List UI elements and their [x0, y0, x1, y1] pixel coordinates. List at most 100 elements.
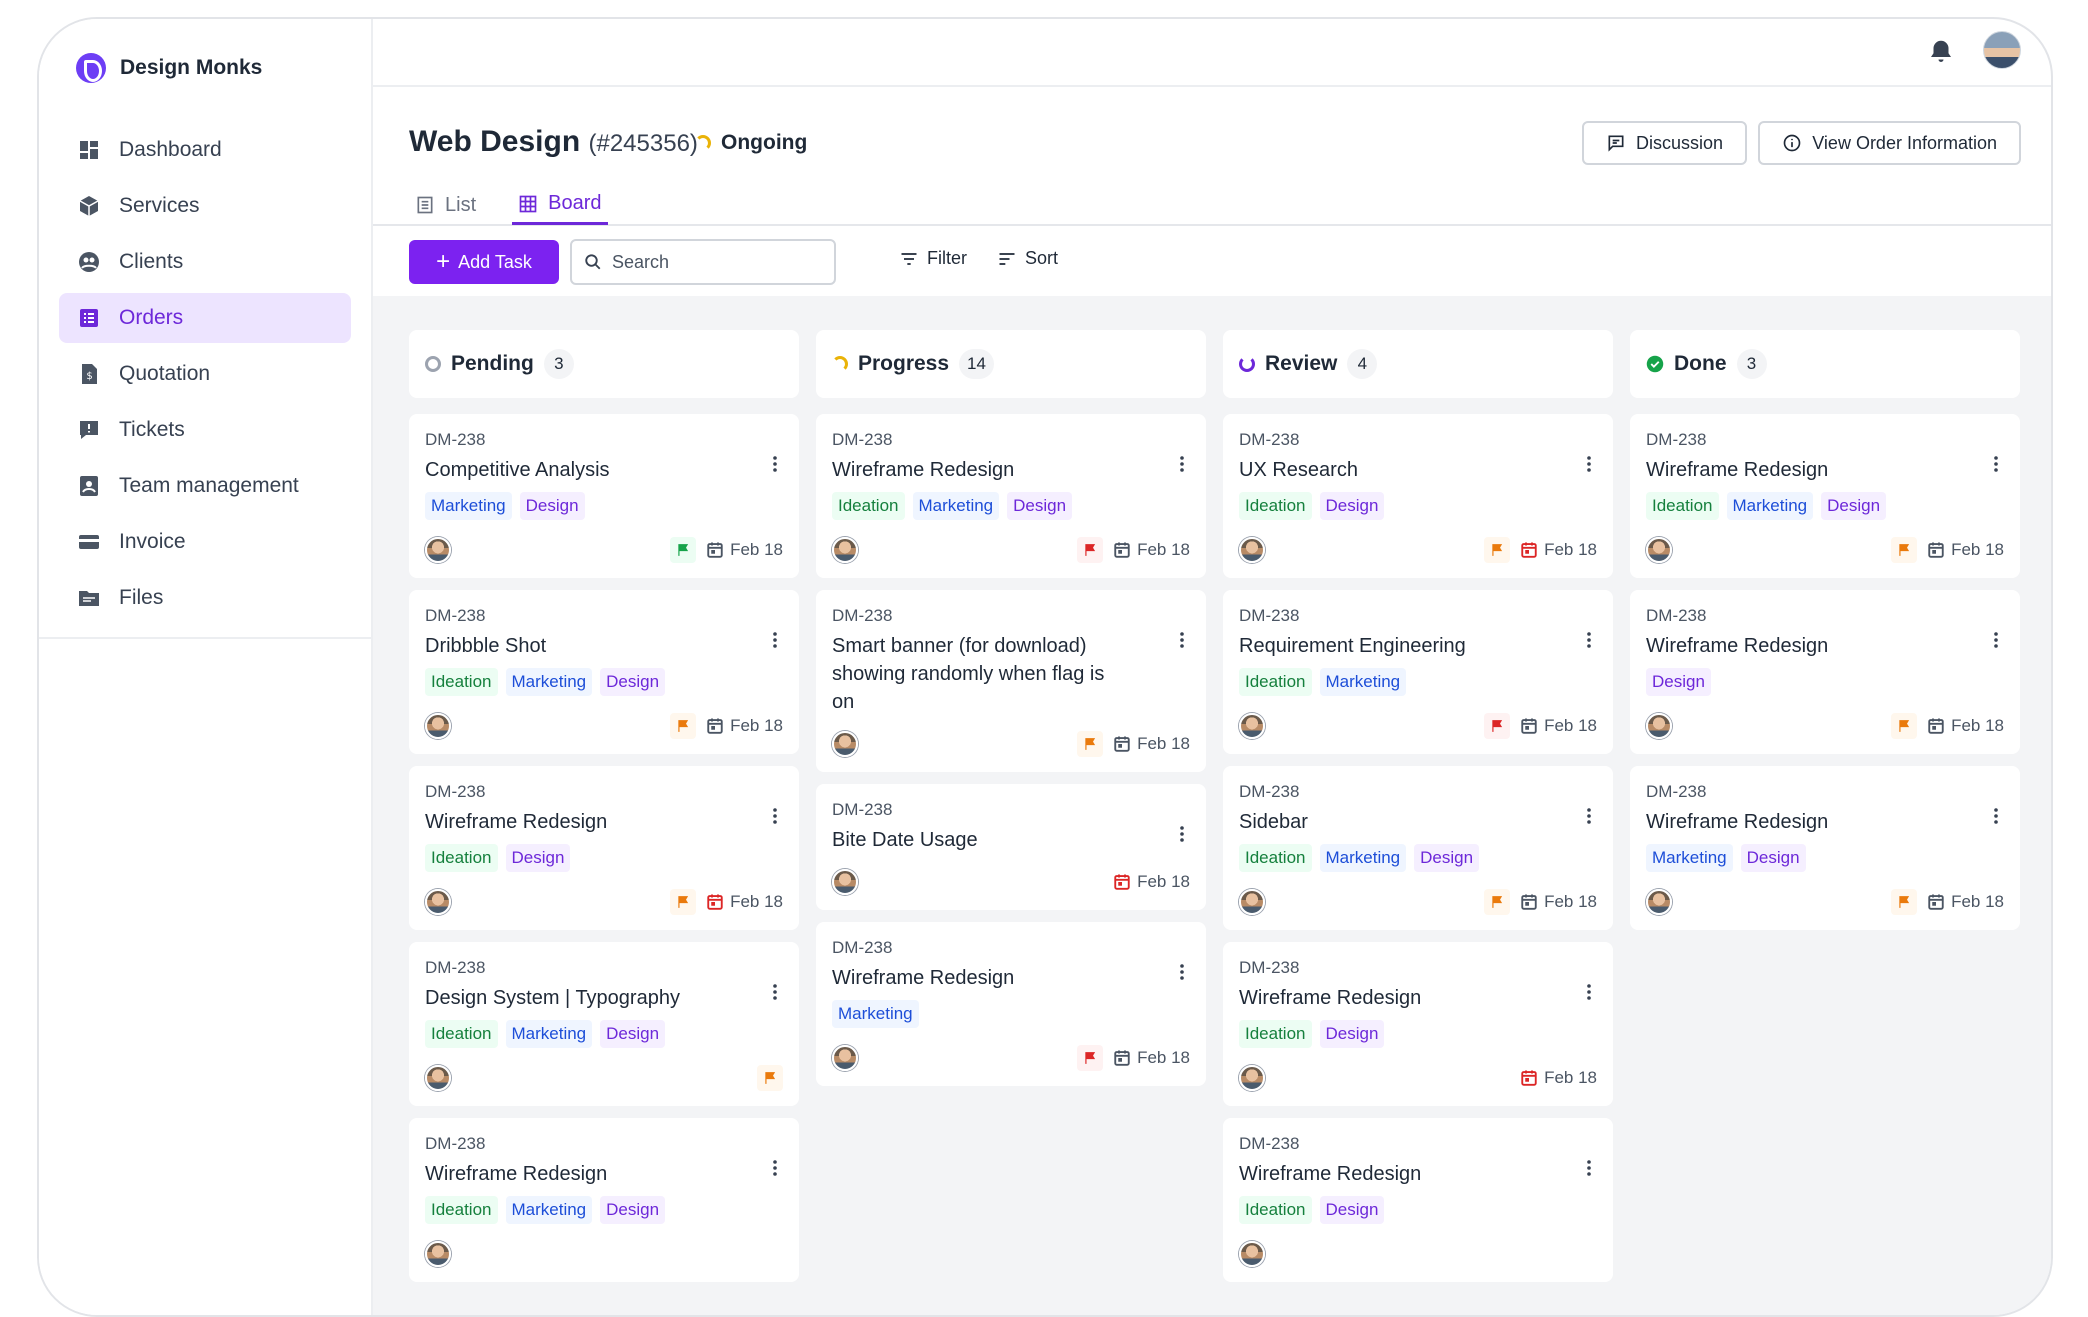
more-options-icon[interactable] [773, 456, 777, 472]
due-date[interactable]: Feb 18 [1113, 1048, 1190, 1068]
assignee-avatar[interactable] [425, 537, 451, 563]
tag-marketing[interactable]: Marketing [1646, 844, 1733, 872]
assignee-avatar[interactable] [1239, 537, 1265, 563]
tag-marketing[interactable]: Marketing [1319, 844, 1407, 872]
priority-flag-icon[interactable] [1891, 537, 1918, 563]
priority-flag-icon[interactable] [1891, 889, 1918, 915]
assignee-avatar[interactable] [425, 713, 451, 739]
tag-design[interactable]: Design [600, 1196, 666, 1224]
sidebar-item-clients[interactable]: Clients [59, 237, 351, 287]
due-date[interactable]: Feb 18 [706, 716, 783, 736]
task-card[interactable]: DM-238 Sidebar Ideation Marketing Design Feb … [1223, 766, 1613, 930]
due-date[interactable]: Feb 18 [1927, 540, 2004, 560]
task-card[interactable]: DM-238 Design System | Typography Ideation… [409, 942, 799, 1106]
tag-design[interactable]: Design [1319, 1196, 1385, 1224]
tag-marketing[interactable]: Marketing [505, 1020, 593, 1048]
tag-design[interactable]: Design [519, 492, 585, 520]
task-card[interactable]: DM-238 Wireframe Redesign Ideation Design [1223, 1118, 1613, 1282]
more-options-icon[interactable] [1994, 808, 1998, 824]
tag-ideation[interactable]: Ideation [1239, 1020, 1312, 1048]
task-card[interactable]: DM-238 Wireframe Redesign Ideation Design Fe… [409, 766, 799, 930]
tag-ideation[interactable]: Ideation [1239, 844, 1312, 872]
tag-marketing[interactable]: Marketing [1319, 668, 1407, 696]
due-date[interactable]: Feb 18 [1113, 872, 1190, 892]
tag-marketing[interactable]: Marketing [505, 668, 593, 696]
due-date[interactable]: Feb 18 [706, 540, 783, 560]
task-card[interactable]: DM-238 Dribbble Shot Ideation Marketing Desi… [409, 590, 799, 754]
sidebar-item-team-management[interactable]: Team management [59, 461, 351, 511]
priority-flag-icon[interactable] [670, 537, 697, 563]
tag-design[interactable]: Design [600, 1020, 666, 1048]
sidebar-item-services[interactable]: Services [59, 181, 351, 231]
task-card[interactable]: DM-238 Wireframe Redesign Marketing Feb 18 [816, 922, 1206, 1086]
tag-ideation[interactable]: Ideation [425, 844, 498, 872]
more-options-icon[interactable] [1587, 808, 1591, 824]
more-options-icon[interactable] [1994, 456, 1998, 472]
priority-flag-icon[interactable] [1484, 889, 1511, 915]
sidebar-item-orders[interactable]: Orders [59, 293, 351, 343]
more-options-icon[interactable] [1180, 826, 1184, 842]
sidebar-item-quotation[interactable]: $ Quotation [59, 349, 351, 399]
bell-icon[interactable] [1926, 37, 1956, 67]
task-card[interactable]: DM-238 Wireframe Redesign Ideation Marketin… [816, 414, 1206, 578]
sidebar-item-tickets[interactable]: Tickets [59, 405, 351, 455]
more-options-icon[interactable] [1180, 964, 1184, 980]
due-date[interactable]: Feb 18 [1520, 892, 1597, 912]
search-input[interactable] [612, 251, 812, 273]
priority-flag-icon[interactable] [670, 713, 697, 739]
task-card[interactable]: DM-238 Wireframe Redesign Marketing Design F… [1630, 766, 2020, 930]
brand[interactable]: Design Monks [76, 53, 262, 83]
tag-marketing[interactable]: Marketing [912, 492, 1000, 520]
priority-flag-icon[interactable] [757, 1065, 783, 1091]
more-options-icon[interactable] [773, 1160, 777, 1176]
tag-design[interactable]: Design [1821, 492, 1887, 520]
more-options-icon[interactable] [1180, 632, 1184, 648]
more-options-icon[interactable] [773, 632, 777, 648]
task-card[interactable]: DM-238 Competitive Analysis Marketing Desig… [409, 414, 799, 578]
tag-ideation[interactable]: Ideation [1646, 492, 1719, 520]
tag-ideation[interactable]: Ideation [832, 492, 905, 520]
tag-design[interactable]: Design [1740, 844, 1806, 872]
task-card[interactable]: DM-238 Wireframe Redesign Design Feb 18 [1630, 590, 2020, 754]
task-card[interactable]: DM-238 Wireframe Redesign Ideation Marketin… [1630, 414, 2020, 578]
more-options-icon[interactable] [1587, 456, 1591, 472]
add-task-button[interactable]: + Add Task [409, 240, 559, 284]
task-card[interactable]: DM-238 UX Research Ideation Design Feb 18 [1223, 414, 1613, 578]
more-options-icon[interactable] [773, 808, 777, 824]
task-card[interactable]: DM-238 Requirement Engineering Ideation Mar… [1223, 590, 1613, 754]
assignee-avatar[interactable] [1239, 1241, 1265, 1267]
discussion-button[interactable]: Discussion [1581, 121, 1747, 165]
due-date[interactable]: Feb 18 [1520, 716, 1597, 736]
assignee-avatar[interactable] [425, 889, 451, 915]
tag-design[interactable]: Design [1414, 844, 1480, 872]
more-options-icon[interactable] [1180, 456, 1184, 472]
priority-flag-icon[interactable] [1484, 713, 1511, 739]
task-card[interactable]: DM-238 Wireframe Redesign Ideation Design Fe… [1223, 942, 1613, 1106]
sidebar-item-files[interactable]: Files [59, 573, 351, 623]
filter-button[interactable]: Filter [899, 248, 967, 269]
assignee-avatar[interactable] [832, 731, 858, 757]
task-card[interactable]: DM-238 Wireframe Redesign Ideation Marketin… [409, 1118, 799, 1282]
assignee-avatar[interactable] [1239, 713, 1265, 739]
due-date[interactable]: Feb 18 [1113, 734, 1190, 754]
due-date[interactable]: Feb 18 [1113, 540, 1190, 560]
tag-design[interactable]: Design [1319, 492, 1385, 520]
tab-list[interactable]: List [409, 185, 482, 225]
priority-flag-icon[interactable] [1891, 713, 1918, 739]
assignee-avatar[interactable] [1646, 713, 1672, 739]
tag-marketing[interactable]: Marketing [425, 492, 512, 520]
tag-ideation[interactable]: Ideation [425, 1196, 498, 1224]
priority-flag-icon[interactable] [670, 889, 697, 915]
priority-flag-icon[interactable] [1484, 537, 1511, 563]
priority-flag-icon[interactable] [1077, 731, 1104, 757]
assignee-avatar[interactable] [1646, 537, 1672, 563]
view-order-information-button[interactable]: View Order Information [1758, 121, 2021, 165]
tag-design[interactable]: Design [505, 844, 571, 872]
due-date[interactable]: Feb 18 [1927, 716, 2004, 736]
tag-design[interactable]: Design [1646, 668, 1711, 696]
sidebar-item-invoice[interactable]: Invoice [59, 517, 351, 567]
more-options-icon[interactable] [1587, 984, 1591, 1000]
tag-marketing[interactable]: Marketing [832, 1000, 919, 1028]
task-card[interactable]: DM-238 Bite Date Usage Feb 18 [816, 784, 1206, 910]
assignee-avatar[interactable] [1646, 889, 1672, 915]
